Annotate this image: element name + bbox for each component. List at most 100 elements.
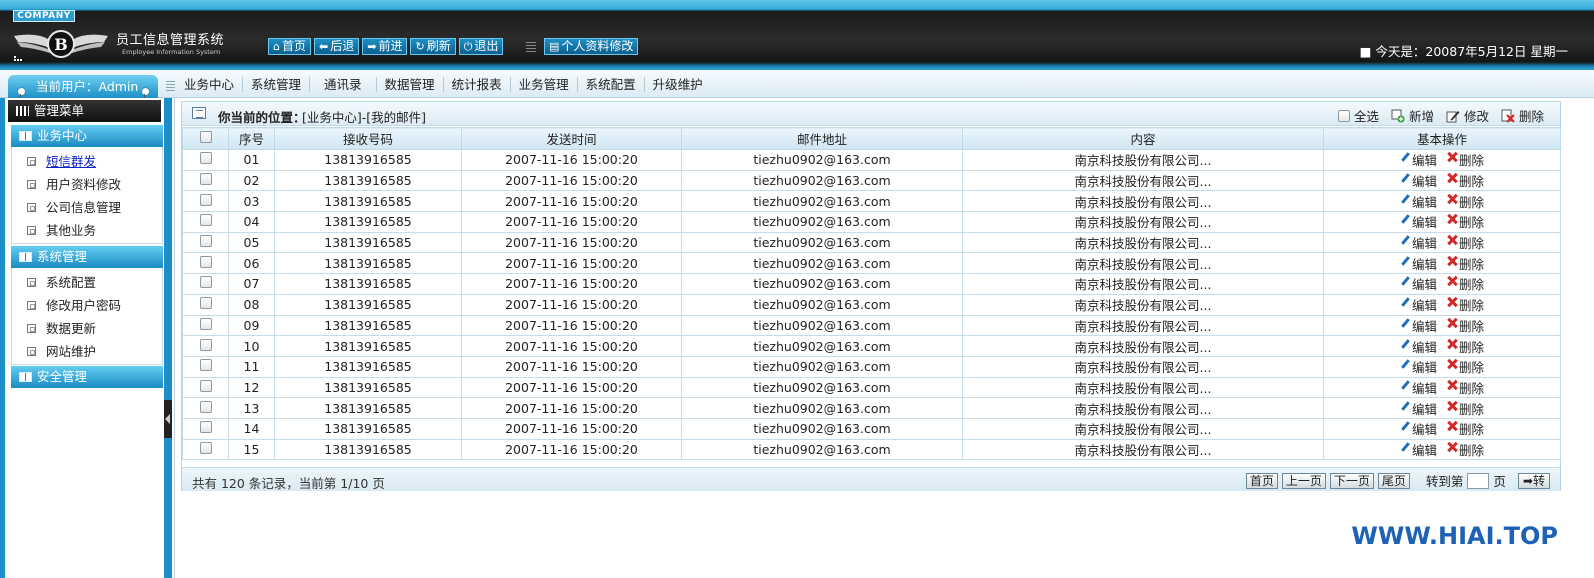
page-number-input[interactable] bbox=[1467, 472, 1490, 489]
row-edit-link[interactable]: 编辑 bbox=[1400, 360, 1437, 375]
row-checkbox[interactable] bbox=[199, 338, 212, 351]
row-checkbox[interactable] bbox=[199, 235, 212, 248]
row-edit-link[interactable]: 编辑 bbox=[1400, 215, 1437, 230]
row-checkbox[interactable] bbox=[199, 379, 212, 392]
row-edit-link[interactable]: 编辑 bbox=[1400, 153, 1437, 168]
row-checkbox[interactable] bbox=[199, 193, 212, 206]
row-delete-link[interactable]: 删除 bbox=[1437, 215, 1484, 230]
cell-index: 01 bbox=[228, 149, 275, 171]
document-icon bbox=[27, 301, 36, 310]
cell-operations: 编辑 删除 bbox=[1323, 376, 1561, 399]
row-edit-link[interactable]: 编辑 bbox=[1400, 236, 1437, 251]
forward-button[interactable]: ➡ 前进 bbox=[362, 38, 408, 55]
row-checkbox[interactable] bbox=[199, 214, 212, 227]
next-page-button[interactable]: 下一页 bbox=[1329, 472, 1374, 489]
last-page-button[interactable]: 尾页 bbox=[1377, 472, 1410, 489]
modify-button[interactable]: 修改 bbox=[1446, 106, 1489, 125]
row-delete-link[interactable]: 删除 bbox=[1437, 257, 1484, 272]
sidebar-section-header[interactable]: 业务中心 bbox=[11, 125, 163, 147]
cell-email: tiezhu0902@163.com bbox=[681, 169, 963, 192]
book-icon bbox=[19, 372, 32, 382]
sidebar-collapse-arrow-icon[interactable] bbox=[164, 400, 172, 438]
row-delete-link[interactable]: 删除 bbox=[1437, 381, 1484, 396]
cell-email: tiezhu0902@163.com bbox=[681, 355, 963, 378]
sidebar-item-other-business[interactable]: 其他业务 bbox=[12, 219, 162, 242]
delete-button[interactable]: 删除 bbox=[1501, 106, 1544, 125]
row-checkbox[interactable] bbox=[199, 359, 212, 372]
refresh-button[interactable]: ↻ 刷新 bbox=[410, 38, 456, 55]
sidebar-item-sms-broadcast[interactable]: 短信群发 bbox=[12, 150, 162, 173]
row-edit-link[interactable]: 编辑 bbox=[1400, 422, 1437, 437]
cell-content: 南京科技股份有限公司... bbox=[962, 376, 1324, 399]
cell-content: 南京科技股份有限公司... bbox=[962, 190, 1324, 213]
row-delete-link[interactable]: 删除 bbox=[1437, 236, 1484, 251]
header-checkbox[interactable] bbox=[199, 131, 212, 143]
row-edit-link[interactable]: 编辑 bbox=[1400, 298, 1437, 313]
home-button[interactable]: ⌂ 首页 bbox=[268, 38, 311, 55]
row-checkbox[interactable] bbox=[199, 400, 212, 413]
go-button[interactable]: ➡转 bbox=[1517, 472, 1550, 489]
add-button[interactable]: 新增 bbox=[1391, 106, 1434, 125]
row-edit-link[interactable]: 编辑 bbox=[1400, 340, 1437, 355]
row-delete-link[interactable]: 删除 bbox=[1437, 174, 1484, 189]
row-delete-link[interactable]: 删除 bbox=[1437, 153, 1484, 168]
row-edit-link[interactable]: 编辑 bbox=[1400, 381, 1437, 396]
cell-send-time: 2007-11-16 15:00:20 bbox=[461, 252, 682, 275]
row-checkbox[interactable] bbox=[199, 317, 212, 330]
row-edit-link[interactable]: 编辑 bbox=[1400, 174, 1437, 189]
row-checkbox[interactable] bbox=[199, 173, 212, 186]
pencil-icon bbox=[1400, 442, 1410, 452]
sidebar-item-system-config[interactable]: 系统配置 bbox=[12, 271, 162, 294]
row-delete-link[interactable]: 删除 bbox=[1437, 340, 1484, 355]
sidebar-section-header[interactable]: 系统管理 bbox=[11, 246, 163, 268]
first-page-button[interactable]: 首页 bbox=[1245, 472, 1278, 489]
row-checkbox[interactable] bbox=[199, 421, 212, 434]
row-edit-link[interactable]: 编辑 bbox=[1400, 277, 1437, 292]
top-menu-item-address-book[interactable]: 通讯录 bbox=[310, 77, 377, 92]
row-checkbox[interactable] bbox=[199, 255, 212, 268]
cell-send-time: 2007-11-16 15:00:20 bbox=[461, 231, 682, 254]
row-delete-link[interactable]: 删除 bbox=[1437, 360, 1484, 375]
cell-phone: 13813916585 bbox=[274, 335, 462, 357]
book-icon bbox=[19, 252, 32, 262]
row-delete-link[interactable]: 删除 bbox=[1437, 443, 1484, 458]
sidebar-item-change-password[interactable]: 修改用户密码 bbox=[12, 294, 162, 317]
top-menu-item-upgrade-maintenance[interactable]: 升级维护 bbox=[645, 77, 711, 92]
row-checkbox[interactable] bbox=[199, 441, 212, 454]
row-edit-link[interactable]: 编辑 bbox=[1400, 402, 1437, 417]
top-menu-item-business-center[interactable]: 业务中心 bbox=[176, 77, 244, 92]
profile-edit-button[interactable]: ▤ 个人资料修改 bbox=[544, 38, 639, 55]
top-menu-item-system-config[interactable]: 系统配置 bbox=[578, 77, 645, 92]
cell-index: 07 bbox=[228, 273, 275, 295]
cell-email: tiezhu0902@163.com bbox=[681, 252, 963, 275]
row-edit-link[interactable]: 编辑 bbox=[1400, 257, 1437, 272]
row-checkbox[interactable] bbox=[199, 276, 212, 289]
row-delete-link[interactable]: 删除 bbox=[1437, 422, 1484, 437]
row-delete-link[interactable]: 删除 bbox=[1437, 195, 1484, 210]
back-button[interactable]: ⬅ 后退 bbox=[314, 38, 360, 55]
logout-button[interactable]: ⏻ 退出 bbox=[458, 38, 504, 55]
row-delete-link[interactable]: 删除 bbox=[1437, 402, 1484, 417]
top-menu-item-data-management[interactable]: 数据管理 bbox=[377, 77, 444, 92]
top-menu-item-system-management[interactable]: 系统管理 bbox=[243, 77, 311, 92]
top-menu-item-business-management[interactable]: 业务管理 bbox=[511, 77, 578, 92]
row-delete-link[interactable]: 删除 bbox=[1437, 319, 1484, 334]
sidebar-section-header[interactable]: 安全管理 bbox=[11, 366, 163, 388]
sidebar-item-company-info[interactable]: 公司信息管理 bbox=[12, 196, 162, 219]
select-all-checkbox[interactable]: 全选 bbox=[1337, 106, 1379, 125]
row-edit-link[interactable]: 编辑 bbox=[1400, 319, 1437, 334]
top-menu-item-statistics[interactable]: 统计报表 bbox=[444, 77, 511, 92]
sidebar-item-data-update[interactable]: 数据更新 bbox=[12, 317, 162, 340]
row-checkbox[interactable] bbox=[199, 297, 212, 310]
sidebar-item-site-maintenance[interactable]: 网站维护 bbox=[12, 340, 162, 363]
prev-page-button[interactable]: 上一页 bbox=[1281, 472, 1326, 489]
row-edit-link[interactable]: 编辑 bbox=[1400, 443, 1437, 458]
row-checkbox[interactable] bbox=[199, 152, 212, 165]
row-delete-link[interactable]: 删除 bbox=[1437, 277, 1484, 292]
delete-x-icon bbox=[1447, 442, 1457, 452]
row-edit-link[interactable]: 编辑 bbox=[1400, 195, 1437, 210]
pencil-icon bbox=[1400, 401, 1410, 411]
header: COMPANY B 员工信息管理系统 Employee Information … bbox=[0, 0, 1594, 70]
sidebar-item-user-profile-edit[interactable]: 用户资料修改 bbox=[12, 173, 162, 196]
row-delete-link[interactable]: 删除 bbox=[1437, 298, 1484, 313]
